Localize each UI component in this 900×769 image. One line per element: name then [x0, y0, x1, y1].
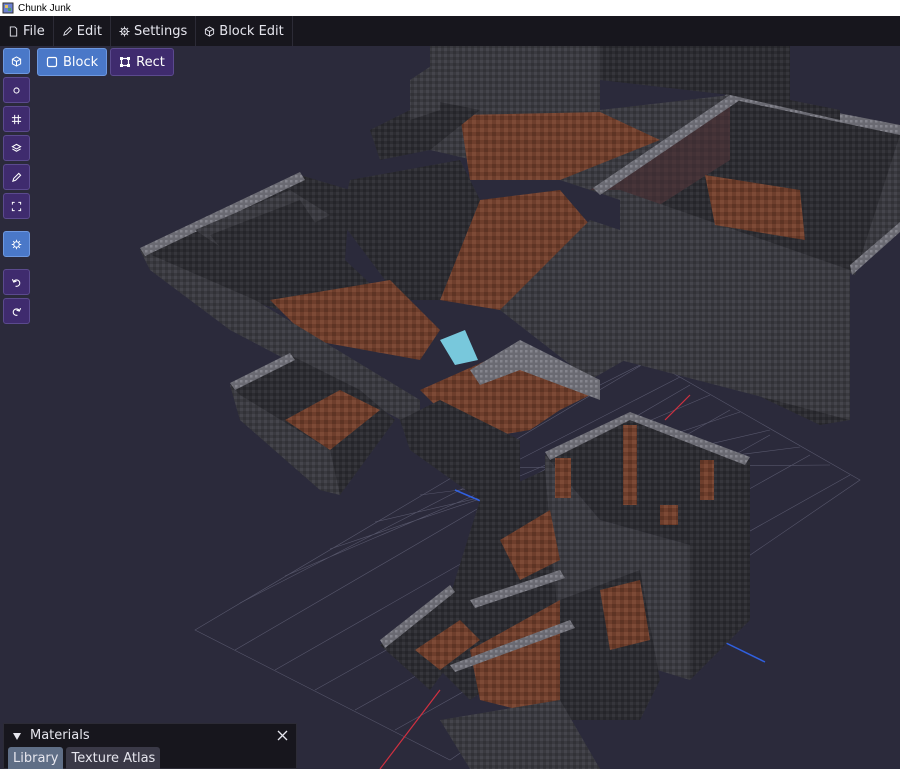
- app-icon: [2, 2, 14, 14]
- rect-select-icon: [120, 57, 131, 67]
- tool-select[interactable]: [3, 193, 30, 219]
- layers-icon: [11, 143, 22, 152]
- mode-rect-button[interactable]: Rect: [110, 48, 174, 76]
- 3d-viewport[interactable]: [0, 46, 900, 769]
- menu-edit[interactable]: Edit: [54, 16, 111, 46]
- circle-icon: [13, 86, 20, 94]
- file-icon: [9, 25, 18, 37]
- tool-sidebar: [3, 48, 30, 324]
- pencil-icon: [62, 26, 73, 36]
- redo-icon: [12, 307, 22, 316]
- tool-settings[interactable]: [3, 231, 30, 257]
- menu-block-edit-label: Block Edit: [219, 23, 284, 39]
- mode-block-button[interactable]: Block: [37, 48, 108, 76]
- tool-block[interactable]: [3, 48, 30, 74]
- edit-mode-tabs: Block Rect: [37, 48, 174, 76]
- tool-paint[interactable]: [3, 164, 30, 190]
- toolbar-gap-2: [3, 260, 30, 266]
- pencil-icon: [12, 172, 22, 182]
- menu-settings-label: Settings: [133, 23, 188, 39]
- voxel-scene: [140, 46, 900, 769]
- materials-panel: Materials Library Texture Atlas: [3, 723, 297, 769]
- tool-sphere[interactable]: [3, 77, 30, 103]
- grid-icon: [11, 114, 22, 124]
- z-axis-line: [719, 639, 766, 663]
- mode-block-label: Block: [63, 54, 99, 70]
- materials-panel-header[interactable]: Materials: [4, 724, 296, 747]
- redo-button[interactable]: [3, 298, 30, 324]
- materials-panel-title: Materials: [30, 728, 90, 743]
- square-icon: [46, 56, 58, 68]
- x-axis-line: [379, 689, 441, 769]
- toolbar-gap: [3, 222, 30, 228]
- menu-file-label: File: [23, 23, 45, 39]
- tab-texture-atlas[interactable]: Texture Atlas: [66, 747, 161, 769]
- x-axis-line-2: [664, 394, 691, 421]
- materials-tabs: Library Texture Atlas: [4, 747, 296, 769]
- menu-block-edit[interactable]: Block Edit: [196, 16, 293, 46]
- collapse-triangle-icon[interactable]: [12, 731, 22, 741]
- close-icon[interactable]: [277, 730, 288, 741]
- cube-icon: [11, 55, 22, 67]
- mode-rect-label: Rect: [136, 54, 165, 70]
- select-icon: [11, 201, 22, 211]
- window-title: Chunk Junk: [18, 2, 71, 14]
- undo-button[interactable]: [3, 269, 30, 295]
- gear-icon: [119, 25, 130, 37]
- menu-file[interactable]: File: [0, 16, 54, 46]
- menu-bar: File Edit Settings Block Edit: [0, 16, 900, 46]
- menu-settings[interactable]: Settings: [111, 16, 197, 46]
- title-bar: Chunk Junk: [0, 0, 900, 16]
- cube-icon: [205, 25, 215, 37]
- tool-layers[interactable]: [3, 135, 30, 161]
- gear-icon: [11, 239, 22, 249]
- undo-icon: [11, 278, 21, 287]
- tool-grid[interactable]: [3, 106, 30, 132]
- tab-library[interactable]: Library: [8, 747, 64, 769]
- menu-edit-label: Edit: [76, 23, 102, 39]
